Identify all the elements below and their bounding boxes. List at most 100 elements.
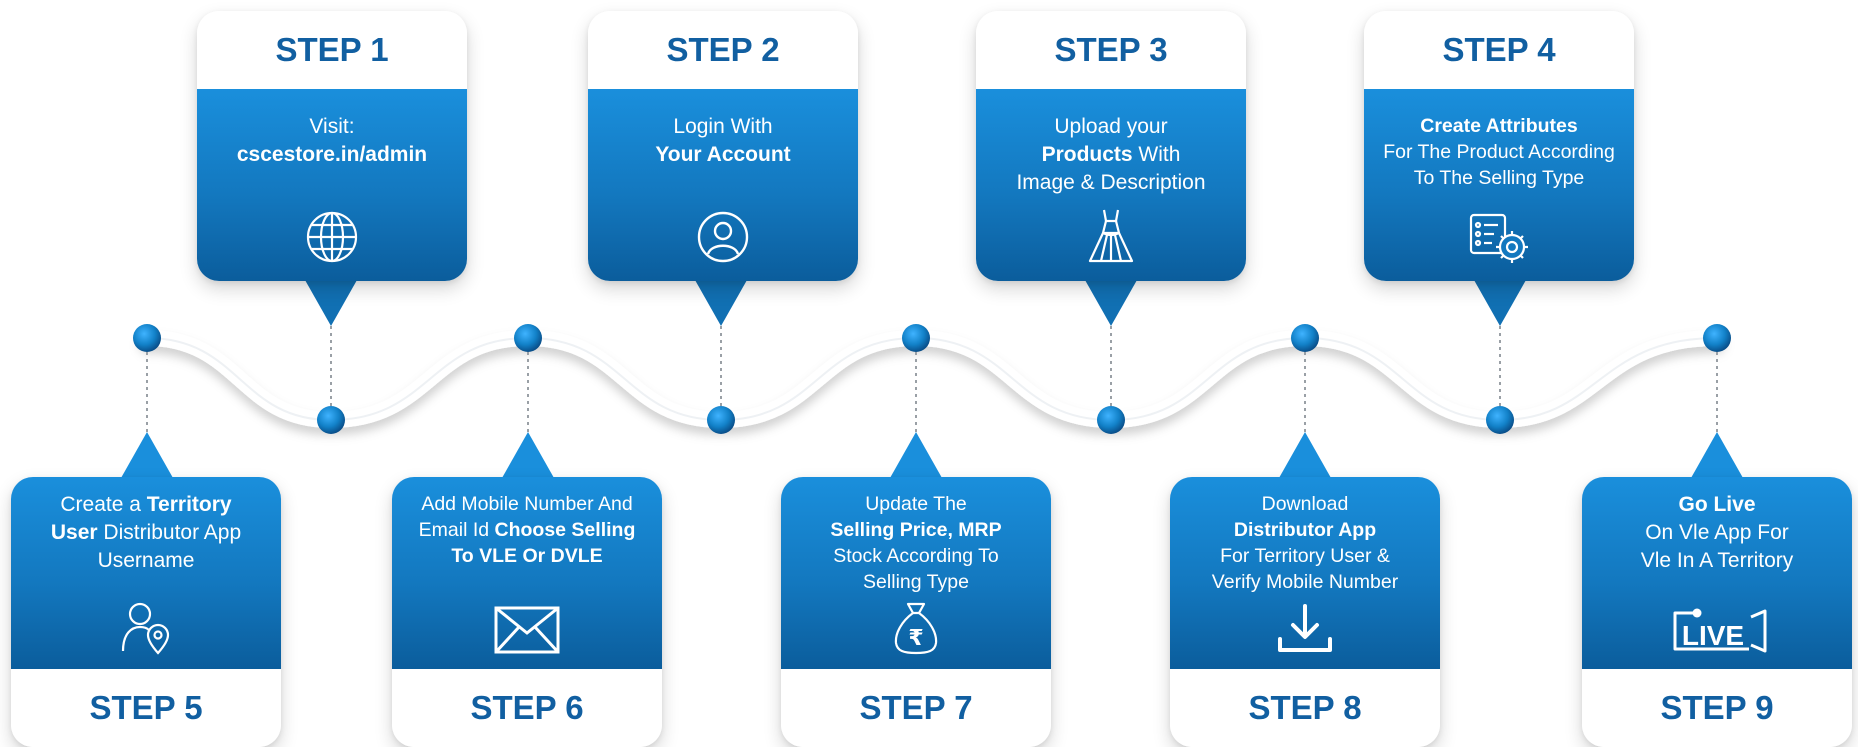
bold-text: Choose Selling <box>494 519 636 541</box>
text: For The Product According <box>1383 141 1615 163</box>
pointer-down <box>305 280 357 326</box>
description-line: Distributor App <box>1212 517 1398 543</box>
description-line: Products With <box>1016 141 1205 169</box>
wave-ribbon <box>139 329 1725 429</box>
step-description: Update The Selling Price, MRP Stock Accord… <box>781 477 1051 669</box>
text: Username <box>97 549 195 572</box>
bold-text: Territory <box>146 493 232 516</box>
step-label: STEP 7 <box>781 669 1051 747</box>
step-label: STEP 4 <box>1364 11 1634 89</box>
dress-icon <box>1088 209 1134 263</box>
pointer-down <box>1085 280 1137 326</box>
bold-text: Products <box>1041 143 1133 166</box>
description-line: For Territory User & <box>1212 543 1398 569</box>
text: To The Selling Type <box>1413 167 1585 189</box>
description-line: Login With <box>655 113 790 141</box>
text: Selling Type <box>863 571 969 593</box>
timeline-dot <box>1486 406 1514 434</box>
description-line: Create Attributes <box>1383 113 1615 139</box>
description-line: Email Id Choose Selling <box>419 517 636 543</box>
step-4-card: STEP 4 Create Attributes For The Product … <box>1364 11 1634 281</box>
timeline-dot <box>133 324 161 352</box>
bold-text: Go Live <box>1678 493 1756 516</box>
pointer-up <box>1691 432 1743 478</box>
step-9-card: Go Live On Vle App For Vle In A Territory … <box>1582 477 1852 747</box>
step-label: STEP 9 <box>1582 669 1852 747</box>
description-line: Stock According To <box>830 543 1001 569</box>
description-line: To The Selling Type <box>1383 165 1615 191</box>
description-line: Visit: <box>237 113 427 141</box>
step-6-card: Add Mobile Number And Email Id Choose Sel… <box>392 477 662 747</box>
description-line: Download <box>1212 491 1398 517</box>
description-line: cscestore.in/admin <box>237 141 427 169</box>
bold-text: cscestore.in/admin <box>236 143 428 166</box>
download-icon <box>1278 604 1332 652</box>
text: Vle In A Territory <box>1640 549 1794 572</box>
rupee-symbol: ₹ <box>908 626 923 651</box>
step-description: Add Mobile Number And Email Id Choose Sel… <box>392 477 662 669</box>
description-line: Selling Type <box>830 569 1001 595</box>
description-line: Update The <box>830 491 1001 517</box>
text: Download <box>1261 493 1349 515</box>
description-line: Upload your <box>1016 113 1205 141</box>
text: Add Mobile Number And <box>421 493 633 515</box>
bold-text: To VLE Or DVLE <box>451 545 603 567</box>
description-line: Verify Mobile Number <box>1212 569 1398 595</box>
text: Login With <box>673 115 773 138</box>
text: Update The <box>865 493 967 515</box>
live-label: LIVE <box>1682 620 1744 651</box>
timeline-dot <box>707 406 735 434</box>
text: Upload your <box>1054 115 1168 138</box>
pointer-up <box>121 432 173 478</box>
text: Create a <box>60 493 147 516</box>
step-description: Create a Territory User Distributor App Us… <box>11 477 281 669</box>
description-line: On Vle App For <box>1641 519 1794 547</box>
step-7-card: Update The Selling Price, MRP Stock Accord… <box>781 477 1051 747</box>
text: With <box>1132 143 1181 166</box>
step-label: STEP 6 <box>392 669 662 747</box>
description-line: Username <box>51 547 241 575</box>
text: Stock According To <box>833 545 999 567</box>
globe-icon <box>306 211 358 263</box>
description-line: Selling Price, MRP <box>830 517 1001 543</box>
step-description: Download Distributor App For Territory Use… <box>1170 477 1440 669</box>
description-line: Image & Description <box>1016 169 1205 197</box>
user-circle-icon <box>697 211 749 263</box>
step-label: STEP 1 <box>197 11 467 89</box>
live-icon: LIVE <box>1673 608 1767 653</box>
text: On Vle App For <box>1645 521 1789 544</box>
description-line: Vle In A Territory <box>1641 547 1794 575</box>
step-label: STEP 8 <box>1170 669 1440 747</box>
pointer-up <box>1279 432 1331 478</box>
step-label: STEP 5 <box>11 669 281 747</box>
bold-text: Selling Price, MRP <box>830 519 1002 541</box>
text: For Territory User & <box>1220 545 1390 567</box>
step-description: Visit: cscestore.in/admin <box>197 89 467 281</box>
step-8-card: Download Distributor App For Territory Use… <box>1170 477 1440 747</box>
pointer-down <box>695 280 747 326</box>
envelope-icon <box>494 606 560 654</box>
description-line: Go Live <box>1641 491 1794 519</box>
description-line: User Distributor App <box>51 519 241 547</box>
description-line: For The Product According <box>1383 139 1615 165</box>
text: Image & Description <box>1016 171 1206 194</box>
bold-text: Your Account <box>655 143 791 166</box>
timeline-dot <box>1291 324 1319 352</box>
timeline-dot <box>1703 324 1731 352</box>
money-bag-icon: ₹ <box>894 602 938 655</box>
step-description: Upload your Products With Image & Descript… <box>976 89 1246 281</box>
timeline-dot <box>514 324 542 352</box>
text: Verify Mobile Number <box>1211 571 1399 593</box>
step-description: Login With Your Account <box>588 89 858 281</box>
step-description: Go Live On Vle App For Vle In A Territory … <box>1582 477 1852 669</box>
step-2-card: STEP 2 Login With Your Account <box>588 11 858 281</box>
text: Email Id <box>418 519 495 541</box>
description-line: Add Mobile Number And <box>419 491 636 517</box>
text: Distributor App <box>97 521 242 544</box>
pointer-up <box>502 432 554 478</box>
pointer-up <box>890 432 942 478</box>
step-3-card: STEP 3 Upload your Products With Image & D… <box>976 11 1246 281</box>
description-line: Your Account <box>655 141 790 169</box>
pointer-down <box>1474 280 1526 326</box>
description-line: Create a Territory <box>51 491 241 519</box>
